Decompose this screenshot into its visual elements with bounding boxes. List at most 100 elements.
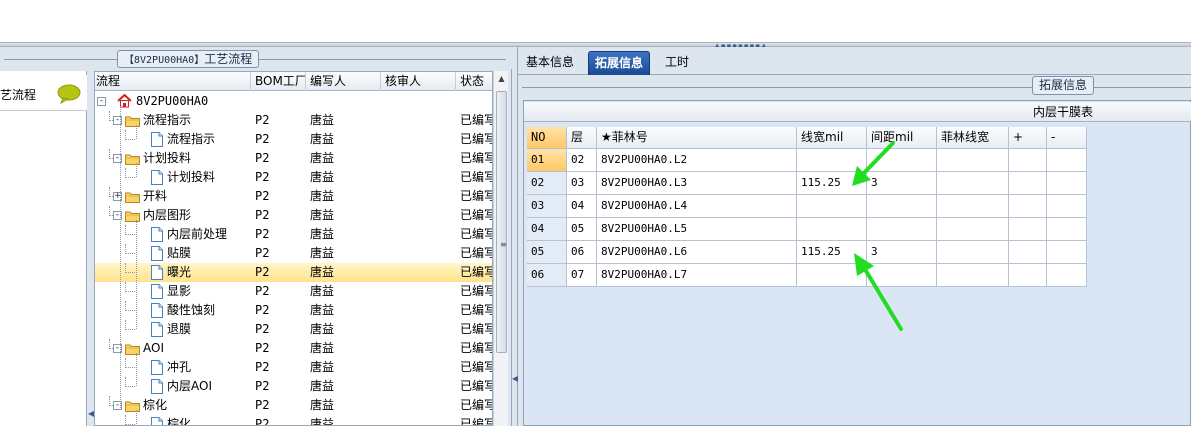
empty-cell[interactable] xyxy=(1047,264,1087,287)
col-header-process[interactable]: 流程 xyxy=(95,72,251,91)
line-width-cell[interactable]: 115.25 xyxy=(797,172,867,195)
layer-cell[interactable]: 04 xyxy=(567,195,597,218)
line-width-cell[interactable] xyxy=(797,218,867,241)
empty-cell[interactable] xyxy=(1009,149,1047,172)
layer-cell[interactable]: 02 xyxy=(567,149,597,172)
layer-cell[interactable]: 05 xyxy=(567,218,597,241)
col-header-film-line-width[interactable]: 菲林线宽 xyxy=(937,127,1009,149)
col-header-reviewer[interactable]: 核审人 xyxy=(381,72,456,91)
chat-bubble-icon[interactable] xyxy=(57,84,81,104)
collapse-toggle-icon[interactable]: - xyxy=(97,97,106,106)
layer-cell[interactable]: 07 xyxy=(567,264,597,287)
tab-extended-info[interactable]: 拓展信息 xyxy=(588,51,651,75)
line-width-cell[interactable] xyxy=(797,149,867,172)
film-number-cell[interactable]: 8V2PU00HA0.L7 xyxy=(597,264,797,287)
col-header-status[interactable]: 状态 xyxy=(456,72,492,91)
film-number-cell[interactable]: 8V2PU00HA0.L5 xyxy=(597,218,797,241)
empty-cell[interactable] xyxy=(1009,218,1047,241)
folder-icon xyxy=(125,399,140,412)
empty-cell[interactable] xyxy=(1047,195,1087,218)
empty-cell[interactable] xyxy=(1009,195,1047,218)
scroll-thumb[interactable]: ≡ xyxy=(496,91,507,353)
film-line-width-cell[interactable] xyxy=(937,218,1009,241)
row-number[interactable]: 04 xyxy=(527,218,567,241)
tree-row[interactable]: - 8V2PU00HA0 xyxy=(95,92,492,111)
empty-cell[interactable] xyxy=(1047,172,1087,195)
film-number-cell[interactable]: 8V2PU00HA0.L2 xyxy=(597,149,797,172)
col-header-bom[interactable]: BOM工厂 xyxy=(251,72,306,91)
spacing-cell[interactable]: 3 xyxy=(867,172,937,195)
film-line-width-cell[interactable] xyxy=(937,172,1009,195)
col-header-no[interactable]: NO xyxy=(527,127,567,149)
tree-row[interactable]: 退膜 P2 唐益 已编写 xyxy=(95,320,492,339)
tree-scrollbar[interactable]: ▲ ≡ xyxy=(493,71,508,426)
empty-cell[interactable] xyxy=(1009,241,1047,264)
file-icon xyxy=(151,303,163,318)
spacing-cell[interactable] xyxy=(867,264,937,287)
film-line-width-cell[interactable] xyxy=(937,195,1009,218)
writer-name: 唐益 xyxy=(310,227,335,241)
tree-row[interactable]: - 计划投料 P2 唐益 已编写 xyxy=(95,149,492,168)
tree-row[interactable]: 冲孔 P2 唐益 已编写 xyxy=(95,358,492,377)
tree-row[interactable]: 棕化 P2 唐益 已编写 xyxy=(95,415,492,425)
process-name: 贴膜 xyxy=(167,246,192,260)
row-number[interactable]: 03 xyxy=(527,195,567,218)
tree-row[interactable]: 显影 P2 唐益 已编写 xyxy=(95,282,492,301)
col-header-spacing[interactable]: 间距mil xyxy=(867,127,937,149)
process-name: 计划投料 xyxy=(143,151,192,165)
writer-name: 唐益 xyxy=(310,151,335,165)
tree-connector xyxy=(136,410,137,424)
col-header-film-no[interactable]: ★菲林号 xyxy=(597,127,797,149)
film-number-cell[interactable]: 8V2PU00HA0.L4 xyxy=(597,195,797,218)
bom-factory: P2 xyxy=(255,360,270,374)
line-width-cell[interactable] xyxy=(797,195,867,218)
col-header-line-width[interactable]: 线宽mil xyxy=(797,127,867,149)
spacing-cell[interactable] xyxy=(867,149,937,172)
tree-connector xyxy=(125,168,126,178)
add-row-button[interactable]: + xyxy=(1009,127,1047,149)
spacing-cell[interactable] xyxy=(867,195,937,218)
tree-row[interactable]: - 内层图形 P2 唐益 已编写 xyxy=(95,206,492,225)
film-line-width-cell[interactable] xyxy=(937,264,1009,287)
scroll-up-arrow-icon[interactable]: ▲ xyxy=(494,71,509,87)
tree-row[interactable]: 流程指示 P2 唐益 已编写 xyxy=(95,130,492,149)
tree-row[interactable]: 计划投料 P2 唐益 已编写 xyxy=(95,168,492,187)
status-text: 已编写 xyxy=(460,341,493,355)
tree-row[interactable]: + 开料 P2 唐益 已编写 xyxy=(95,187,492,206)
tree-row[interactable]: - 流程指示 P2 唐益 已编写 xyxy=(95,111,492,130)
film-line-width-cell[interactable] xyxy=(937,149,1009,172)
empty-cell[interactable] xyxy=(1009,172,1047,195)
tree-row[interactable]: 贴膜 P2 唐益 已编写 xyxy=(95,244,492,263)
tab-basic-info[interactable]: 基本信息 xyxy=(520,51,580,75)
remove-row-button[interactable]: - xyxy=(1047,127,1087,149)
spacing-cell[interactable] xyxy=(867,218,937,241)
row-number[interactable]: 01 xyxy=(527,149,567,172)
tree-row[interactable]: 内层AOI P2 唐益 已编写 xyxy=(95,377,492,396)
film-line-width-cell[interactable] xyxy=(937,241,1009,264)
tree-connector xyxy=(125,234,135,235)
tree-row[interactable]: - 棕化 P2 唐益 已编写 xyxy=(95,396,492,415)
row-number[interactable]: 02 xyxy=(527,172,567,195)
empty-cell[interactable] xyxy=(1047,218,1087,241)
film-number-cell[interactable]: 8V2PU00HA0.L6 xyxy=(597,241,797,264)
tab-work-hours[interactable]: 工时 xyxy=(659,51,695,75)
line-width-cell[interactable] xyxy=(797,264,867,287)
col-header-writer[interactable]: 编写人 xyxy=(306,72,381,91)
status-text: 已编写 xyxy=(460,227,493,241)
layer-cell[interactable]: 03 xyxy=(567,172,597,195)
empty-cell[interactable] xyxy=(1047,241,1087,264)
empty-cell[interactable] xyxy=(1047,149,1087,172)
tree-row[interactable]: 曝光 P2 唐益 已编写 xyxy=(95,263,492,282)
tree-row[interactable]: 酸性蚀刻 P2 唐益 已编写 xyxy=(95,301,492,320)
line-width-cell[interactable]: 115.25 xyxy=(797,241,867,264)
row-number[interactable]: 06 xyxy=(527,264,567,287)
row-number[interactable]: 05 xyxy=(527,241,567,264)
empty-cell[interactable] xyxy=(1009,264,1047,287)
tree-row[interactable]: - AOI P2 唐益 已编写 xyxy=(95,339,493,358)
spacing-cell[interactable]: 3 xyxy=(867,241,937,264)
tree-row[interactable]: 内层前处理 P2 唐益 已编写 xyxy=(95,225,493,244)
layer-cell[interactable]: 06 xyxy=(567,241,597,264)
file-icon xyxy=(151,227,163,242)
film-number-cell[interactable]: 8V2PU00HA0.L3 xyxy=(597,172,797,195)
col-header-layer[interactable]: 层 xyxy=(567,127,597,149)
